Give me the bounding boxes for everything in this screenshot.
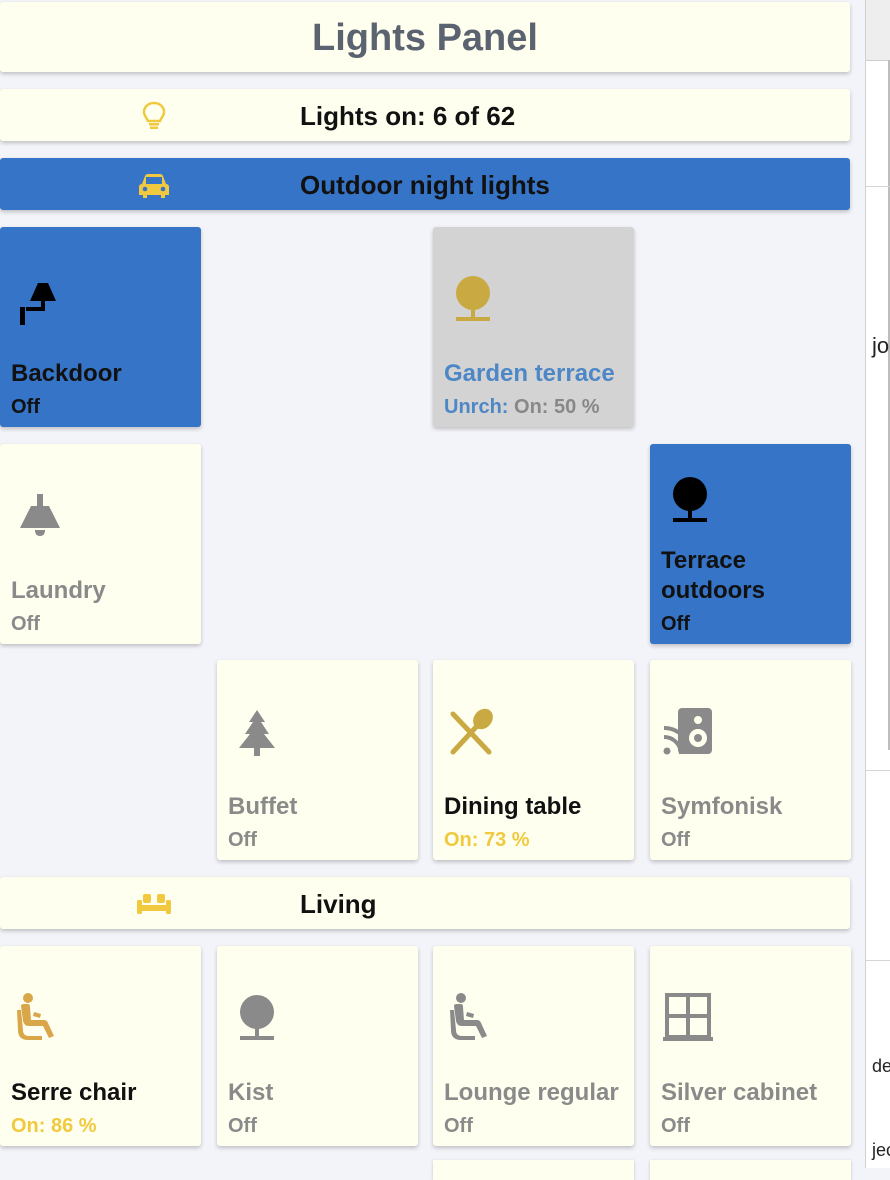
lights-status-bar[interactable]: Lights on: 6 of 62 bbox=[0, 89, 850, 141]
tile-name: Terrace outdoors bbox=[661, 546, 847, 606]
tile-name: Garden terrace bbox=[444, 360, 615, 387]
tile-state: Off bbox=[661, 1115, 690, 1137]
tile-lounge-regular[interactable]: Lounge regular Off bbox=[433, 946, 634, 1146]
tile-name: Dining table bbox=[444, 793, 582, 820]
background-window: jo de jec bbox=[865, 0, 890, 1168]
tile-state: Off bbox=[661, 613, 690, 635]
section-header-outdoor[interactable]: Outdoor night lights bbox=[0, 158, 850, 210]
sofa-icon bbox=[137, 894, 171, 914]
speaker-wifi-icon bbox=[662, 708, 712, 758]
tile-state: On: 86 % bbox=[11, 1115, 97, 1137]
page-title: Lights Panel bbox=[312, 17, 538, 59]
background-text: de bbox=[872, 1056, 890, 1076]
section-header-living[interactable]: Living bbox=[0, 877, 850, 929]
lights-on-count: Lights on: 6 of 62 bbox=[300, 101, 516, 131]
garden-light-icon bbox=[456, 276, 490, 321]
tile-state: Unrch: On: 50 % bbox=[444, 396, 600, 419]
tile-name: Laundry bbox=[11, 577, 106, 604]
tile-buffet[interactable]: Buffet Off bbox=[217, 660, 418, 860]
background-line bbox=[866, 186, 890, 187]
background-line bbox=[866, 770, 890, 771]
tile-state: Off bbox=[228, 829, 257, 851]
tile-garden-terrace[interactable]: Garden terrace Unrch: On: 50 % bbox=[433, 227, 634, 427]
tile-name: Symfonisk bbox=[661, 793, 783, 820]
tile-state: Off bbox=[11, 613, 40, 635]
tile-name-line1: Terrace bbox=[661, 547, 746, 574]
tile-state: Off bbox=[228, 1115, 257, 1137]
panel-title-bar: Lights Panel bbox=[0, 2, 850, 72]
tile-dining-table[interactable]: Dining table On: 73 % bbox=[433, 660, 634, 860]
tile-name-line2: outdoors bbox=[661, 577, 765, 604]
utensils-icon bbox=[450, 708, 493, 755]
lightbulb-icon bbox=[142, 101, 166, 129]
tile-name: Buffet bbox=[228, 793, 298, 820]
section-title-outdoor: Outdoor night lights bbox=[300, 170, 550, 200]
tile-state: Off bbox=[661, 829, 690, 851]
section-title-living: Living bbox=[300, 889, 377, 919]
tile-kist[interactable]: Kist Off bbox=[217, 946, 418, 1146]
tile-name: Backdoor bbox=[11, 360, 122, 387]
seated-person-icon bbox=[450, 993, 487, 1040]
tile-partial[interactable] bbox=[650, 1160, 851, 1180]
seated-person-icon bbox=[17, 993, 54, 1040]
tile-name: Lounge regular bbox=[444, 1079, 619, 1106]
tile-name: Silver cabinet bbox=[661, 1079, 818, 1106]
garden-light-icon bbox=[240, 995, 274, 1040]
garden-light-icon bbox=[673, 477, 707, 522]
pine-tree-icon bbox=[239, 710, 275, 756]
background-text: jec bbox=[872, 1140, 890, 1160]
tile-symfonisk[interactable]: Symfonisk Off bbox=[650, 660, 851, 860]
tile-state-value: On: 50 % bbox=[508, 396, 600, 418]
background-window-header bbox=[866, 0, 890, 61]
background-text: jo bbox=[872, 333, 890, 358]
wall-lamp-icon bbox=[20, 283, 56, 325]
tile-state: Off bbox=[444, 1115, 473, 1137]
tile-silver-cabinet[interactable]: Silver cabinet Off bbox=[650, 946, 851, 1146]
tile-partial[interactable] bbox=[433, 1160, 634, 1180]
tile-name: Kist bbox=[228, 1079, 274, 1106]
tile-serre-chair[interactable]: Serre chair On: 86 % bbox=[0, 946, 201, 1146]
window-grid-icon bbox=[663, 993, 713, 1041]
tile-state: Off bbox=[11, 396, 40, 418]
tile-state: On: 73 % bbox=[444, 829, 530, 851]
tile-backdoor[interactable]: Backdoor Off bbox=[0, 227, 201, 427]
tile-name: Serre chair bbox=[11, 1079, 137, 1106]
unreachable-label: Unrch: bbox=[444, 396, 509, 418]
tile-laundry[interactable]: Laundry Off bbox=[0, 444, 201, 644]
ceiling-lamp-icon bbox=[20, 494, 60, 536]
tile-terrace-outdoors[interactable]: Terrace outdoors Off bbox=[650, 444, 851, 644]
car-icon bbox=[139, 174, 169, 198]
background-line bbox=[866, 960, 890, 961]
